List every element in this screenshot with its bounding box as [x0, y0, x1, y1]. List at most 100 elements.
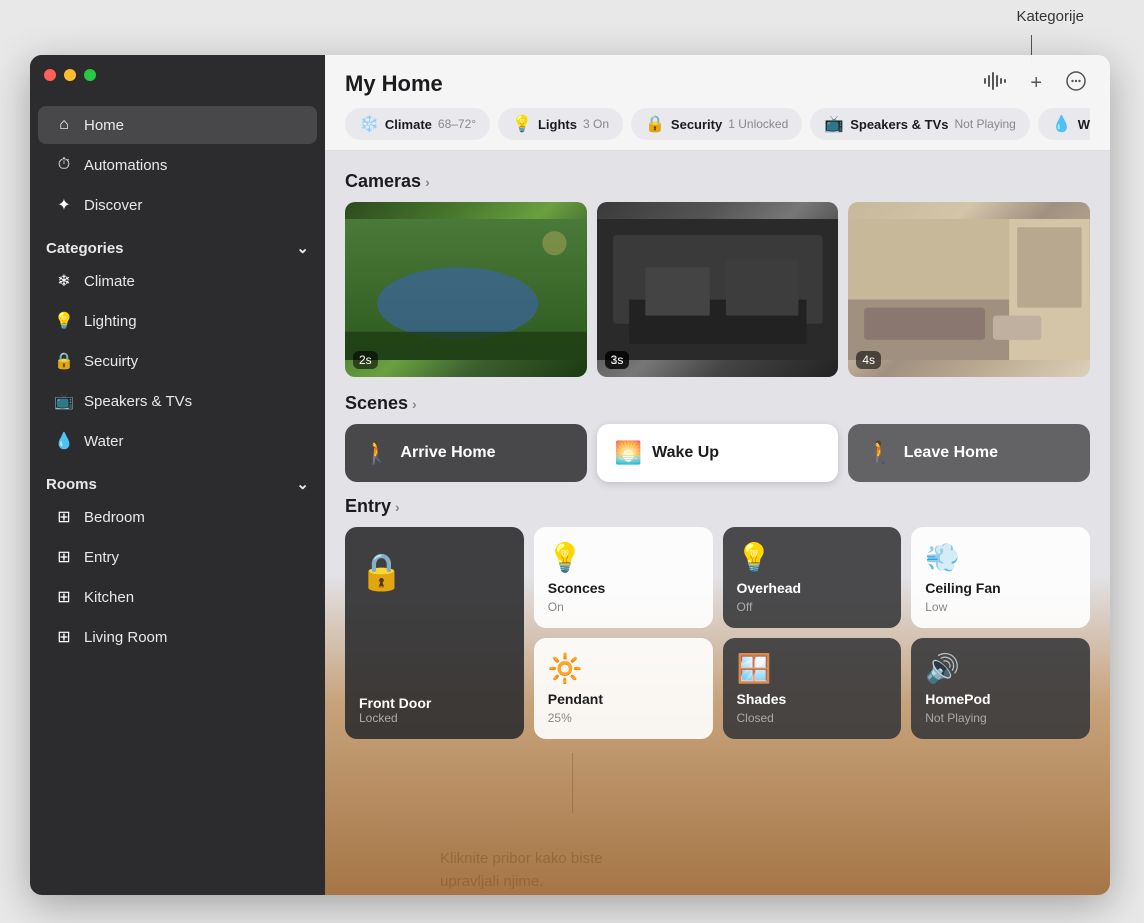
- pendant-name: Pendant: [548, 691, 699, 707]
- kitchen-icon: ⊞: [54, 587, 74, 607]
- security-icon: 🔒: [54, 351, 74, 371]
- sidebar-item-water[interactable]: 💧 Water: [38, 422, 317, 460]
- sidebar-item-home[interactable]: ⌂ Home: [38, 106, 317, 144]
- entry-icon: ⊞: [54, 547, 74, 567]
- chip-climate-sub: 68–72°: [438, 117, 476, 131]
- chip-lights[interactable]: 💡 Lights 3 On: [498, 108, 623, 140]
- homepod-name: HomePod: [925, 691, 1076, 707]
- device-ceiling-fan[interactable]: 💨 Ceiling Fan Low: [911, 527, 1090, 628]
- front-door-icon: 🔒: [359, 551, 510, 593]
- device-front-door[interactable]: 🔒 Front Door Locked: [345, 527, 524, 739]
- entry-grid: 🔒 Front Door Locked 💡 Sconces On: [345, 527, 1090, 739]
- more-button[interactable]: [1062, 69, 1090, 98]
- sidebar-item-entry-label: Entry: [84, 549, 119, 566]
- scene-wake-up[interactable]: 🌅 Wake Up: [597, 424, 839, 482]
- scenes-label: Scenes: [345, 393, 408, 414]
- chip-speakers-icon: 📺: [824, 114, 844, 134]
- sidebar-item-security[interactable]: 🔒 Secuirty: [38, 342, 317, 380]
- climate-icon: ❄: [54, 271, 74, 291]
- chip-speakers-label: Speakers & TVs: [850, 117, 948, 132]
- cameras-section-header[interactable]: Cameras ›: [345, 171, 1090, 192]
- front-door-status: Locked: [359, 711, 510, 725]
- camera-1[interactable]: 2s: [345, 202, 587, 377]
- device-sconces[interactable]: 💡 Sconces On: [534, 527, 713, 628]
- sidebar-item-speakers-label: Speakers & TVs: [84, 393, 192, 410]
- main-content: My Home +: [325, 55, 1110, 895]
- homepod-status: Not Playing: [925, 711, 1076, 725]
- scene-arrive-home[interactable]: 🚶 Arrive Home: [345, 424, 587, 482]
- pendant-icon: 🔆: [548, 652, 699, 685]
- arrive-home-label: Arrive Home: [400, 444, 495, 462]
- chip-water-icon: 💧: [1052, 114, 1072, 134]
- sconces-icon: 💡: [548, 541, 699, 574]
- camera-1-badge: 2s: [353, 351, 378, 369]
- sidebar-item-home-label: Home: [84, 117, 124, 134]
- sidebar-item-discover[interactable]: ✦ Discover: [38, 186, 317, 224]
- maximize-button[interactable]: [84, 69, 96, 81]
- camera-3[interactable]: 4s: [848, 202, 1090, 377]
- scene-leave-home[interactable]: 🚶 Leave Home: [848, 424, 1090, 482]
- device-shades[interactable]: 🪟 Shades Closed: [723, 638, 902, 739]
- waveform-button[interactable]: [980, 70, 1010, 97]
- chip-security[interactable]: 🔒 Security 1 Unlocked: [631, 108, 802, 140]
- device-pendant[interactable]: 🔆 Pendant 25%: [534, 638, 713, 739]
- arrive-home-icon: 🚶: [363, 440, 390, 466]
- chip-climate[interactable]: ❄️ Climate 68–72°: [345, 108, 490, 140]
- ceiling-fan-status: Low: [925, 600, 1076, 614]
- sidebar-item-climate[interactable]: ❄ Climate: [38, 262, 317, 300]
- scroll-content[interactable]: Cameras ›: [325, 151, 1110, 895]
- close-button[interactable]: [44, 69, 56, 81]
- chip-water[interactable]: 💧 Water Off: [1038, 108, 1090, 140]
- entry-chevron: ›: [395, 499, 400, 515]
- sconces-name: Sconces: [548, 580, 699, 596]
- homepod-icon: 🔊: [925, 652, 1076, 685]
- minimize-button[interactable]: [64, 69, 76, 81]
- main-header-top: My Home +: [345, 69, 1090, 98]
- leave-home-icon: 🚶: [866, 440, 893, 466]
- chip-lights-sub: 3 On: [583, 117, 609, 131]
- main-header: My Home +: [325, 55, 1110, 151]
- sidebar-item-kitchen-label: Kitchen: [84, 589, 134, 606]
- lighting-icon: 💡: [54, 311, 74, 331]
- categories-chevron[interactable]: ⌄: [296, 239, 309, 257]
- overhead-icon: 💡: [737, 541, 888, 574]
- scenes-section-header[interactable]: Scenes ›: [345, 393, 1090, 414]
- wake-up-label: Wake Up: [652, 444, 719, 462]
- sidebar-item-speakers[interactable]: 📺 Speakers & TVs: [38, 382, 317, 420]
- categories-header: Categories ⌄: [30, 225, 325, 261]
- sidebar-item-discover-label: Discover: [84, 197, 142, 214]
- camera-row: 2s 1s: [345, 202, 1090, 377]
- sidebar-item-living[interactable]: ⊞ Living Room: [38, 618, 317, 656]
- sidebar: ⌂ Home ⏱ Automations ✦ Discover Categori…: [30, 55, 325, 895]
- device-homepod[interactable]: 🔊 HomePod Not Playing: [911, 638, 1090, 739]
- rooms-chevron[interactable]: ⌄: [296, 475, 309, 493]
- ceiling-fan-icon: 💨: [925, 541, 1076, 574]
- sidebar-item-water-label: Water: [84, 433, 123, 450]
- leave-home-label: Leave Home: [904, 444, 998, 462]
- automations-icon: ⏱: [54, 155, 74, 175]
- wake-up-icon: 🌅: [615, 440, 642, 466]
- shades-status: Closed: [737, 711, 888, 725]
- living-room-icon: ⊞: [54, 627, 74, 647]
- entry-section-header[interactable]: Entry ›: [345, 496, 1090, 517]
- sidebar-item-climate-label: Climate: [84, 273, 135, 290]
- category-chips: ❄️ Climate 68–72° 💡 Lights 3 On 🔒 Securi…: [345, 108, 1090, 150]
- device-overhead[interactable]: 💡 Overhead Off: [723, 527, 902, 628]
- sidebar-item-bedroom[interactable]: ⊞ Bedroom: [38, 498, 317, 536]
- scenes-chevron: ›: [412, 396, 417, 412]
- bedroom-icon: ⊞: [54, 507, 74, 527]
- overhead-name: Overhead: [737, 580, 888, 596]
- sidebar-item-lighting[interactable]: 💡 Lighting: [38, 302, 317, 340]
- sidebar-item-kitchen[interactable]: ⊞ Kitchen: [38, 578, 317, 616]
- chip-speakers[interactable]: 📺 Speakers & TVs Not Playing: [810, 108, 1030, 140]
- sidebar-item-security-label: Secuirty: [84, 353, 138, 370]
- chip-security-sub: 1 Unlocked: [728, 117, 788, 131]
- camera-2[interactable]: 1s: [597, 202, 839, 377]
- scenes-row: 🚶 Arrive Home 🌅 Wake Up 🚶 Leave Home: [345, 424, 1090, 482]
- chip-lights-icon: 💡: [512, 114, 532, 134]
- sidebar-item-entry[interactable]: ⊞ Entry: [38, 538, 317, 576]
- add-button[interactable]: +: [1026, 70, 1046, 97]
- titlebar: [30, 55, 325, 95]
- speakers-icon: 📺: [54, 391, 74, 411]
- sidebar-item-automations[interactable]: ⏱ Automations: [38, 146, 317, 184]
